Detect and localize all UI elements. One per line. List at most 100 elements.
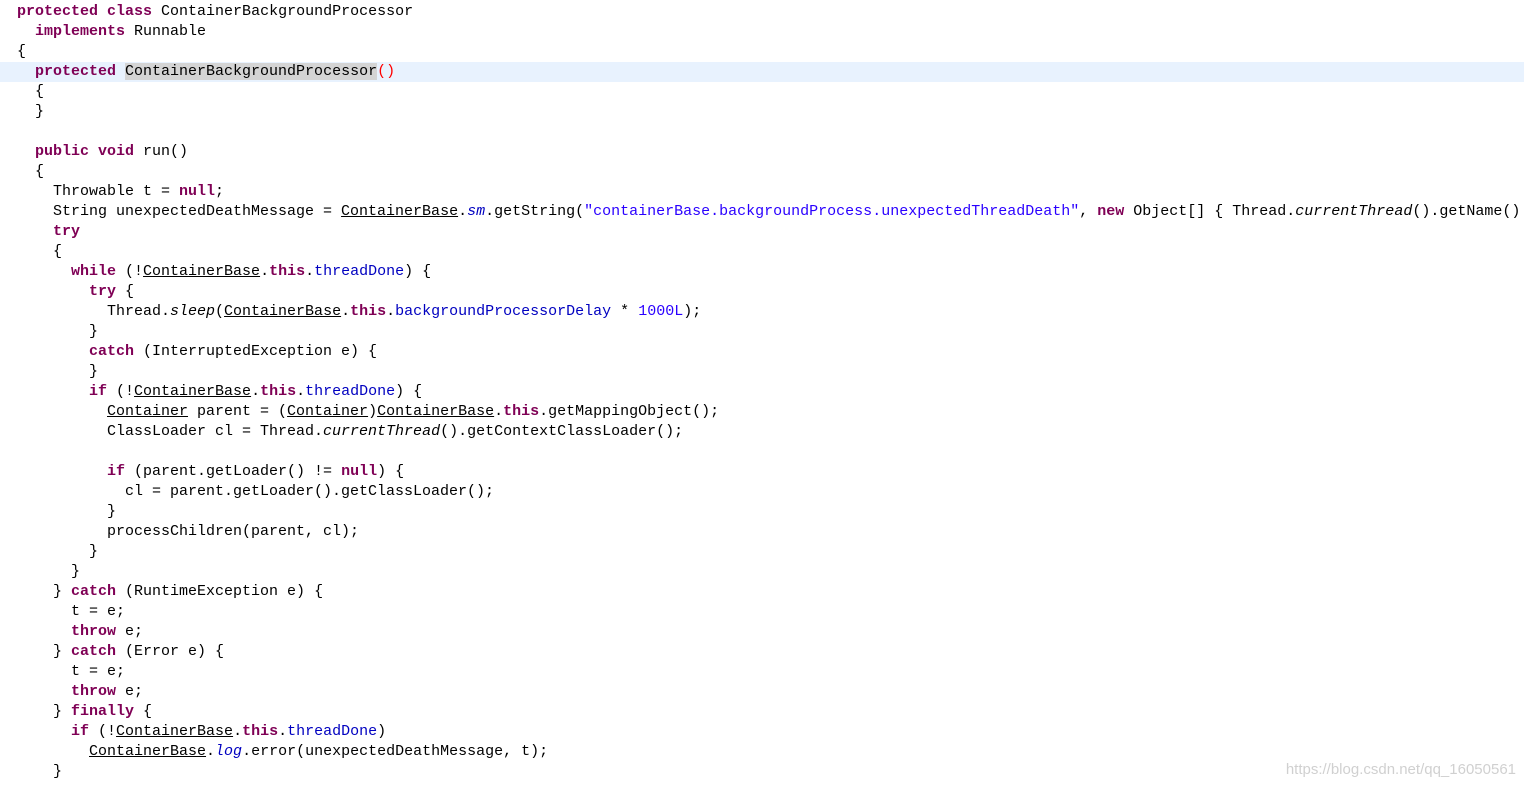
code-line[interactable] bbox=[0, 122, 1524, 142]
code-token: sleep bbox=[170, 303, 216, 320]
current-code-line[interactable]: protected ContainerBackgroundProcessor() bbox=[0, 62, 1524, 82]
code-line[interactable]: throw e; bbox=[0, 682, 1524, 702]
code-token: new bbox=[1097, 203, 1125, 220]
code-token: t = e; bbox=[71, 663, 126, 680]
code-token: ().getContextClassLoader(); bbox=[440, 423, 684, 440]
code-token: t = e; bbox=[71, 603, 126, 620]
code-line[interactable]: ContainerBase.log.error(unexpectedDeathM… bbox=[0, 742, 1524, 762]
code-token: currentThread bbox=[1295, 203, 1413, 220]
code-line[interactable]: Throwable t = null; bbox=[0, 182, 1524, 202]
code-token: * bbox=[611, 303, 639, 320]
code-token: backgroundProcessorDelay bbox=[395, 303, 612, 320]
code-token: this bbox=[269, 263, 306, 280]
code-line[interactable]: { bbox=[0, 242, 1524, 262]
code-editor[interactable]: protected class ContainerBackgroundProce… bbox=[0, 2, 1524, 782]
code-token: cl = parent.getLoader().getClassLoader()… bbox=[125, 483, 495, 500]
code-token: catch bbox=[71, 583, 117, 600]
code-line[interactable]: throw e; bbox=[0, 622, 1524, 642]
code-token: Object[] { Thread. bbox=[1124, 203, 1296, 220]
code-token: . bbox=[206, 743, 216, 760]
code-token: } bbox=[53, 763, 63, 780]
code-token: . bbox=[251, 383, 261, 400]
code-line[interactable]: ClassLoader cl = Thread.currentThread().… bbox=[0, 422, 1524, 442]
code-line[interactable]: try { bbox=[0, 282, 1524, 302]
code-token: try bbox=[53, 223, 81, 240]
code-token: ContainerBackgroundProcessor bbox=[125, 63, 378, 80]
code-token: log bbox=[215, 743, 243, 760]
code-token: ContainerBase bbox=[116, 723, 234, 740]
code-token: sm bbox=[467, 203, 486, 220]
code-token: { bbox=[134, 703, 153, 720]
code-line[interactable]: } bbox=[0, 542, 1524, 562]
code-token: processChildren(parent, cl); bbox=[107, 523, 360, 540]
code-token: . bbox=[386, 303, 396, 320]
code-line[interactable]: } catch (RuntimeException e) { bbox=[0, 582, 1524, 602]
code-token: ContainerBase bbox=[89, 743, 207, 760]
code-token: ContainerBase bbox=[341, 203, 459, 220]
code-line[interactable]: catch (InterruptedException e) { bbox=[0, 342, 1524, 362]
code-token: ) { bbox=[404, 263, 432, 280]
code-token: (! bbox=[107, 383, 135, 400]
code-token: . bbox=[458, 203, 468, 220]
code-token: } bbox=[35, 103, 45, 120]
code-token: } bbox=[53, 643, 72, 660]
code-token: "containerBase.backgroundProcess.unexpec… bbox=[584, 203, 1080, 220]
code-line[interactable]: } bbox=[0, 562, 1524, 582]
code-token: threadDone bbox=[305, 383, 396, 400]
code-line[interactable]: { bbox=[0, 162, 1524, 182]
code-line[interactable]: implements Runnable bbox=[0, 22, 1524, 42]
code-line[interactable]: protected class ContainerBackgroundProce… bbox=[0, 2, 1524, 22]
code-token: protected bbox=[17, 3, 99, 20]
code-line[interactable]: Container parent = (Container)ContainerB… bbox=[0, 402, 1524, 422]
code-line[interactable]: { bbox=[0, 82, 1524, 102]
code-token: threadDone bbox=[287, 723, 378, 740]
code-line[interactable]: String unexpectedDeathMessage = Containe… bbox=[0, 202, 1524, 222]
code-token: (! bbox=[116, 263, 144, 280]
code-token: try bbox=[89, 283, 117, 300]
code-token: , bbox=[1079, 203, 1098, 220]
code-token: throw bbox=[71, 623, 117, 640]
code-token: . bbox=[494, 403, 504, 420]
code-token: this bbox=[503, 403, 540, 420]
code-line[interactable]: } bbox=[0, 102, 1524, 122]
code-token: e; bbox=[116, 623, 144, 640]
code-line[interactable]: public void run() bbox=[0, 142, 1524, 162]
code-token: this bbox=[350, 303, 387, 320]
code-line[interactable]: processChildren(parent, cl); bbox=[0, 522, 1524, 542]
code-line[interactable]: } bbox=[0, 322, 1524, 342]
code-line[interactable]: if (!ContainerBase.this.threadDone) { bbox=[0, 382, 1524, 402]
code-token: } bbox=[89, 323, 99, 340]
code-line[interactable]: if (!ContainerBase.this.threadDone) bbox=[0, 722, 1524, 742]
code-token: () bbox=[377, 63, 396, 80]
code-token: .error(unexpectedDeathMessage, t); bbox=[242, 743, 549, 760]
code-token: null bbox=[179, 183, 216, 200]
code-token: ) { bbox=[395, 383, 423, 400]
code-token: .getMappingObject(); bbox=[539, 403, 720, 420]
code-token: throw bbox=[71, 683, 117, 700]
code-line[interactable]: } bbox=[0, 362, 1524, 382]
code-line[interactable]: } bbox=[0, 502, 1524, 522]
code-line[interactable]: cl = parent.getLoader().getClassLoader()… bbox=[0, 482, 1524, 502]
code-token: ContainerBackgroundProcessor bbox=[152, 3, 414, 20]
watermark: https://blog.csdn.net/qq_16050561 bbox=[1285, 761, 1516, 778]
code-line[interactable]: { bbox=[0, 42, 1524, 62]
code-token: . bbox=[260, 263, 270, 280]
code-token: ; bbox=[215, 183, 225, 200]
code-token: currentThread bbox=[323, 423, 441, 440]
code-line[interactable]: Thread.sleep(ContainerBase.this.backgrou… bbox=[0, 302, 1524, 322]
code-token: if bbox=[89, 383, 108, 400]
code-token: } bbox=[53, 703, 72, 720]
code-line[interactable]: t = e; bbox=[0, 662, 1524, 682]
code-line[interactable]: try bbox=[0, 222, 1524, 242]
code-line[interactable] bbox=[0, 442, 1524, 462]
code-token: null bbox=[341, 463, 378, 480]
code-token: .getString( bbox=[485, 203, 585, 220]
code-line[interactable]: t = e; bbox=[0, 602, 1524, 622]
code-line[interactable]: if (parent.getLoader() != null) { bbox=[0, 462, 1524, 482]
code-token: } bbox=[53, 583, 72, 600]
code-line[interactable]: } finally { bbox=[0, 702, 1524, 722]
code-line[interactable]: } catch (Error e) { bbox=[0, 642, 1524, 662]
code-token: threadDone bbox=[314, 263, 405, 280]
code-line[interactable]: while (!ContainerBase.this.threadDone) { bbox=[0, 262, 1524, 282]
